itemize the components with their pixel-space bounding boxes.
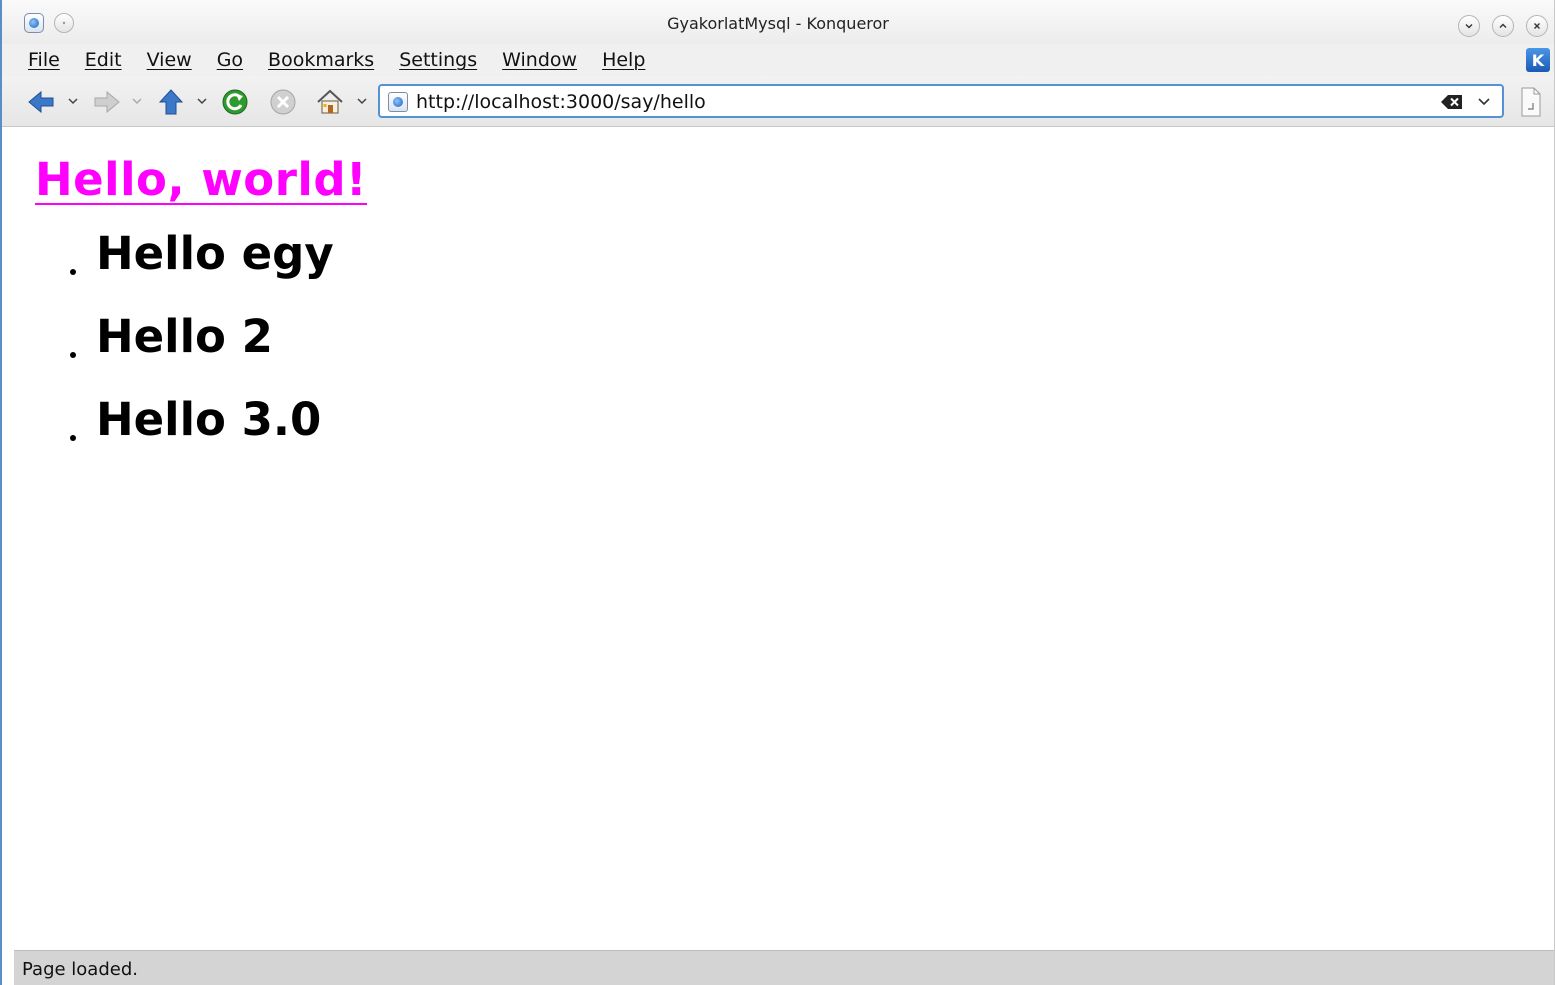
menu-go[interactable]: Go [217, 49, 243, 71]
hello-world-heading[interactable]: Hello, world! [35, 153, 367, 206]
chevron-down-icon [132, 98, 142, 105]
chevron-up-icon [1499, 23, 1507, 28]
chevron-down-icon [197, 98, 207, 105]
stop-button[interactable] [266, 85, 300, 119]
page-content: Hello, world! Hello egy Hello 2 Hello 3.… [14, 127, 1554, 951]
close-icon [1534, 23, 1540, 29]
bullet-icon [70, 352, 76, 358]
menu-window[interactable]: Window [502, 49, 577, 71]
menu-view[interactable]: View [147, 49, 192, 71]
list-item-text: Hello 3.0 [96, 393, 322, 446]
up-arrow-icon [158, 89, 184, 115]
window-controls [1458, 15, 1548, 37]
location-bar[interactable] [378, 84, 1504, 118]
menu-help[interactable]: Help [602, 49, 645, 71]
menu-bar: File Edit View Go Bookmarks Settings Win… [2, 44, 1554, 76]
close-button[interactable] [1526, 15, 1548, 37]
menu-file[interactable]: File [28, 49, 60, 71]
back-history-dropdown[interactable] [66, 93, 80, 109]
menu-edit[interactable]: Edit [85, 49, 122, 71]
home-button[interactable] [313, 85, 347, 119]
status-text: Page loaded. [22, 959, 138, 980]
up-button[interactable] [154, 85, 188, 119]
bullet-icon [70, 435, 76, 441]
back-arrow-icon [28, 90, 54, 114]
chevron-down-icon [68, 98, 78, 105]
url-input[interactable] [416, 90, 1416, 114]
kde-logo-icon: K [1526, 48, 1550, 72]
forward-history-dropdown[interactable] [130, 93, 144, 109]
forward-arrow-icon [94, 90, 120, 114]
reload-icon [222, 89, 248, 115]
chevron-down-icon [357, 98, 367, 105]
list-item-text: Hello 2 [96, 310, 273, 363]
home-dropdown[interactable] [355, 93, 369, 109]
menu-settings[interactable]: Settings [399, 49, 477, 71]
bullet-icon [70, 269, 76, 275]
forward-button[interactable] [90, 85, 124, 119]
page-favicon-icon [388, 92, 408, 112]
navigation-toolbar [2, 76, 1554, 127]
stop-icon [270, 89, 296, 115]
back-button[interactable] [24, 85, 58, 119]
list-item-text: Hello egy [96, 227, 334, 280]
document-icon[interactable] [1520, 87, 1542, 117]
clear-location-icon[interactable] [1440, 93, 1464, 111]
status-bar: Page loaded. [14, 950, 1554, 985]
home-icon [317, 89, 343, 114]
reload-button[interactable] [218, 85, 252, 119]
chevron-down-icon [1465, 24, 1473, 29]
menu-bookmarks[interactable]: Bookmarks [268, 49, 374, 71]
title-bar[interactable]: GyakorlatMysql - Konqueror [2, 0, 1554, 44]
up-dropdown[interactable] [195, 93, 209, 109]
minimize-button[interactable] [1458, 15, 1480, 37]
maximize-button[interactable] [1492, 15, 1514, 37]
window-title: GyakorlatMysql - Konqueror [667, 14, 889, 33]
browser-window: GyakorlatMysql - Konqueror File Edit Vie… [0, 0, 1555, 985]
chevron-down-icon[interactable] [1476, 94, 1492, 110]
